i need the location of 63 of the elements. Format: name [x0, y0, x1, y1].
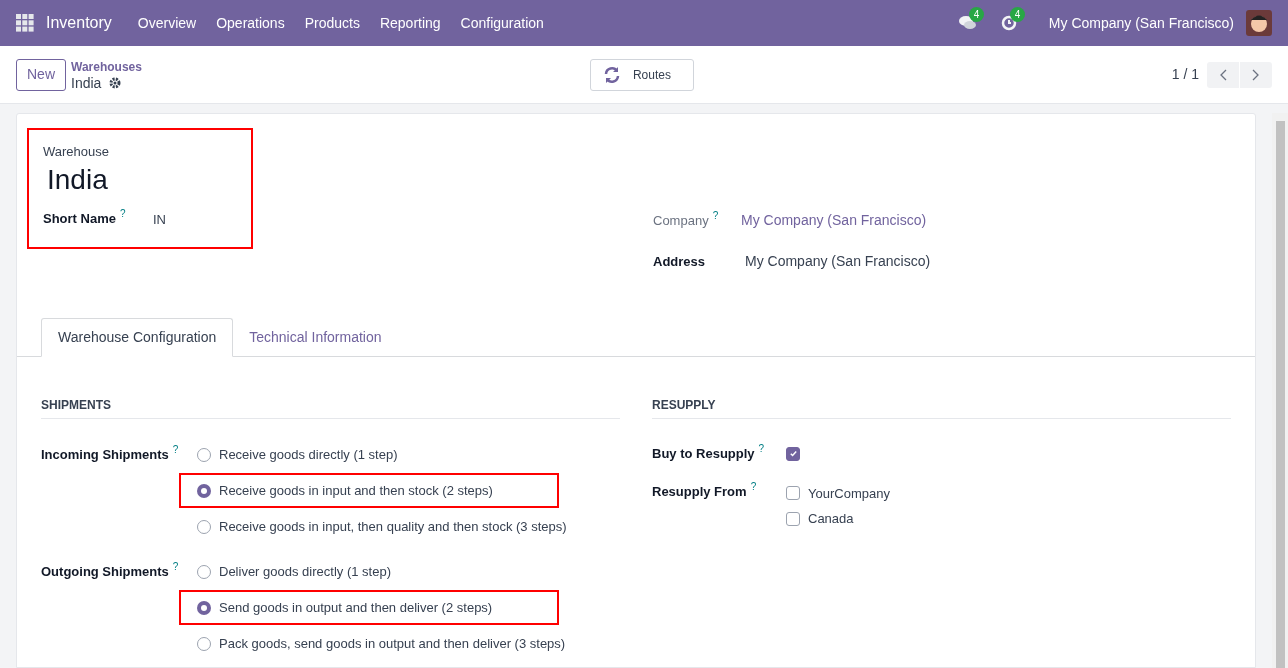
help-tooltip-mark[interactable]: ? [172, 445, 179, 455]
app-grid-icon[interactable] [16, 14, 34, 32]
checkbox[interactable] [786, 511, 800, 526]
clock-icon[interactable] [1000, 15, 1017, 31]
field-label: Company [653, 211, 709, 230]
menu-item[interactable]: Overview [127, 12, 207, 34]
company-link[interactable]: My Company (San Francisco) [741, 210, 927, 231]
warehouse-name[interactable]: India [47, 161, 237, 198]
radio-button[interactable] [197, 447, 211, 462]
radio-button[interactable] [197, 636, 211, 651]
field-label: Short Name [43, 209, 116, 228]
pager-value: 1 / 1 [1171, 65, 1199, 84]
menu-item[interactable]: Reporting [369, 12, 451, 34]
section-heading: RESUPPLY [652, 396, 1231, 419]
radio-label[interactable]: Receive goods in input and then stock (2 steps) [219, 480, 493, 501]
previous-button[interactable] [1207, 61, 1239, 88]
radio-button[interactable] [197, 483, 211, 498]
checkbox[interactable] [786, 486, 800, 501]
chevron-right-icon [1252, 68, 1260, 81]
breadcrumb-link[interactable]: Warehouses [71, 58, 142, 75]
field-label: Buy to Resupply [652, 445, 755, 463]
message-count-badge: 4 [968, 7, 985, 22]
user-avatar-icon[interactable] [1246, 10, 1272, 36]
app-title[interactable]: Inventory [46, 11, 112, 35]
check-icon [788, 449, 798, 459]
menu-item[interactable]: Operations [206, 12, 295, 34]
field-label: Resupply From [652, 482, 747, 501]
address-value: My Company (San Francisco) [745, 252, 931, 271]
radio-button[interactable] [197, 600, 211, 615]
radio-label[interactable]: Receive goods directly (1 step) [219, 444, 398, 465]
help-tooltip-mark[interactable]: ? [119, 208, 126, 219]
refresh-icon [602, 65, 621, 84]
radio-button[interactable] [197, 519, 211, 534]
checkbox[interactable] [786, 446, 800, 461]
new-button[interactable]: New [16, 58, 66, 91]
menu-item[interactable]: Products [294, 12, 370, 34]
scrollbar[interactable] [1272, 113, 1288, 668]
radio-label[interactable]: Pack goods, send goods in output and then deliver (3 steps) [219, 633, 566, 654]
short-name-value[interactable]: IN [153, 209, 166, 229]
company-switcher[interactable]: My Company (San Francisco) [1048, 12, 1234, 34]
routes-button[interactable]: Routes [589, 58, 694, 91]
help-tooltip-mark[interactable]: ? [758, 444, 765, 454]
menu-item[interactable]: Configuration [450, 12, 554, 34]
field-label: Address [653, 252, 707, 271]
radio-label[interactable]: Receive goods in input, then quality and then stock (3 steps) [219, 516, 567, 537]
checkbox-label[interactable]: YourCompany [808, 483, 890, 503]
checkbox-label[interactable]: Canada [808, 509, 854, 529]
activity-count-badge: 4 [1009, 7, 1026, 22]
chevron-left-icon [1219, 68, 1227, 81]
help-tooltip-mark[interactable]: ? [712, 210, 719, 221]
radio-button[interactable] [197, 564, 211, 579]
radio-label[interactable]: Send goods in output and then deliver (2 steps) [219, 597, 493, 618]
section-heading: SHIPMENTS [41, 396, 620, 419]
help-tooltip-mark[interactable]: ? [172, 562, 179, 572]
field-label: Warehouse [43, 143, 110, 161]
help-tooltip-mark[interactable]: ? [750, 481, 757, 492]
field-label: Incoming Shipments [41, 446, 169, 464]
radio-label[interactable]: Deliver goods directly (1 step) [219, 561, 391, 582]
tab[interactable]: Warehouse Configuration [41, 318, 234, 357]
next-button[interactable] [1240, 61, 1272, 88]
tab[interactable]: Technical Information [233, 318, 398, 357]
record-name: India [71, 74, 102, 91]
field-label: Outgoing Shipments [41, 563, 169, 581]
